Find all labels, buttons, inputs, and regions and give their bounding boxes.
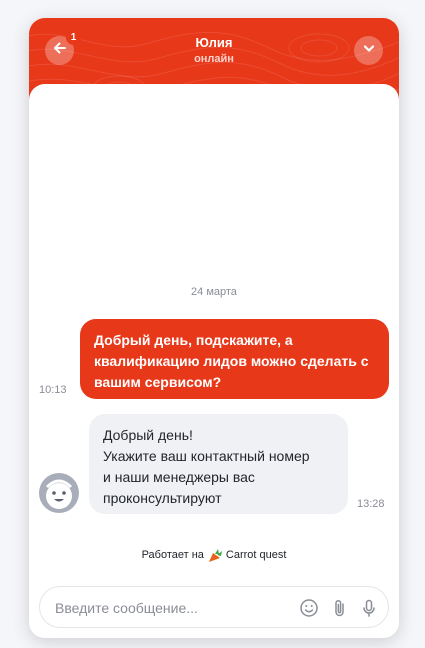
message-input[interactable] xyxy=(55,598,285,618)
message-time: 10:13 xyxy=(39,384,67,396)
message-time: 13:28 xyxy=(357,498,385,510)
brand-name: Carrot quest xyxy=(225,549,287,561)
agent-avatar xyxy=(39,473,79,513)
date-separator: 24 марта xyxy=(191,286,237,298)
chat-widget: 1 Юлия онлайн 24 марта Добрый день, подс… xyxy=(29,18,399,638)
carrot-quest-logo-icon xyxy=(208,549,222,562)
microphone-icon[interactable] xyxy=(358,597,380,619)
chevron-down-icon xyxy=(362,41,376,60)
agent-name: Юлия xyxy=(195,35,233,50)
outgoing-message: Добрый день, подскажите, а квалификацию … xyxy=(80,319,389,399)
agent-status: онлайн xyxy=(194,53,234,65)
message-line: проконсультируют xyxy=(103,490,222,506)
emoji-icon[interactable] xyxy=(298,597,320,619)
attach-icon[interactable] xyxy=(329,597,351,619)
incoming-message: Добрый день! Укажите ваш контактный номе… xyxy=(89,414,348,514)
powered-by[interactable]: Работает на Carrot quest xyxy=(29,547,399,563)
message-line: Добрый день! xyxy=(103,427,193,443)
message-line: Укажите ваш контактный номер xyxy=(103,448,310,464)
avatar-face-icon xyxy=(45,479,73,509)
collapse-button[interactable] xyxy=(354,36,383,65)
message-line: и наши менеджеры вас xyxy=(103,469,255,485)
carrot-quest-link[interactable]: Carrot quest xyxy=(208,547,287,563)
powered-prefix: Работает на xyxy=(141,549,204,561)
message-composer xyxy=(39,586,389,628)
